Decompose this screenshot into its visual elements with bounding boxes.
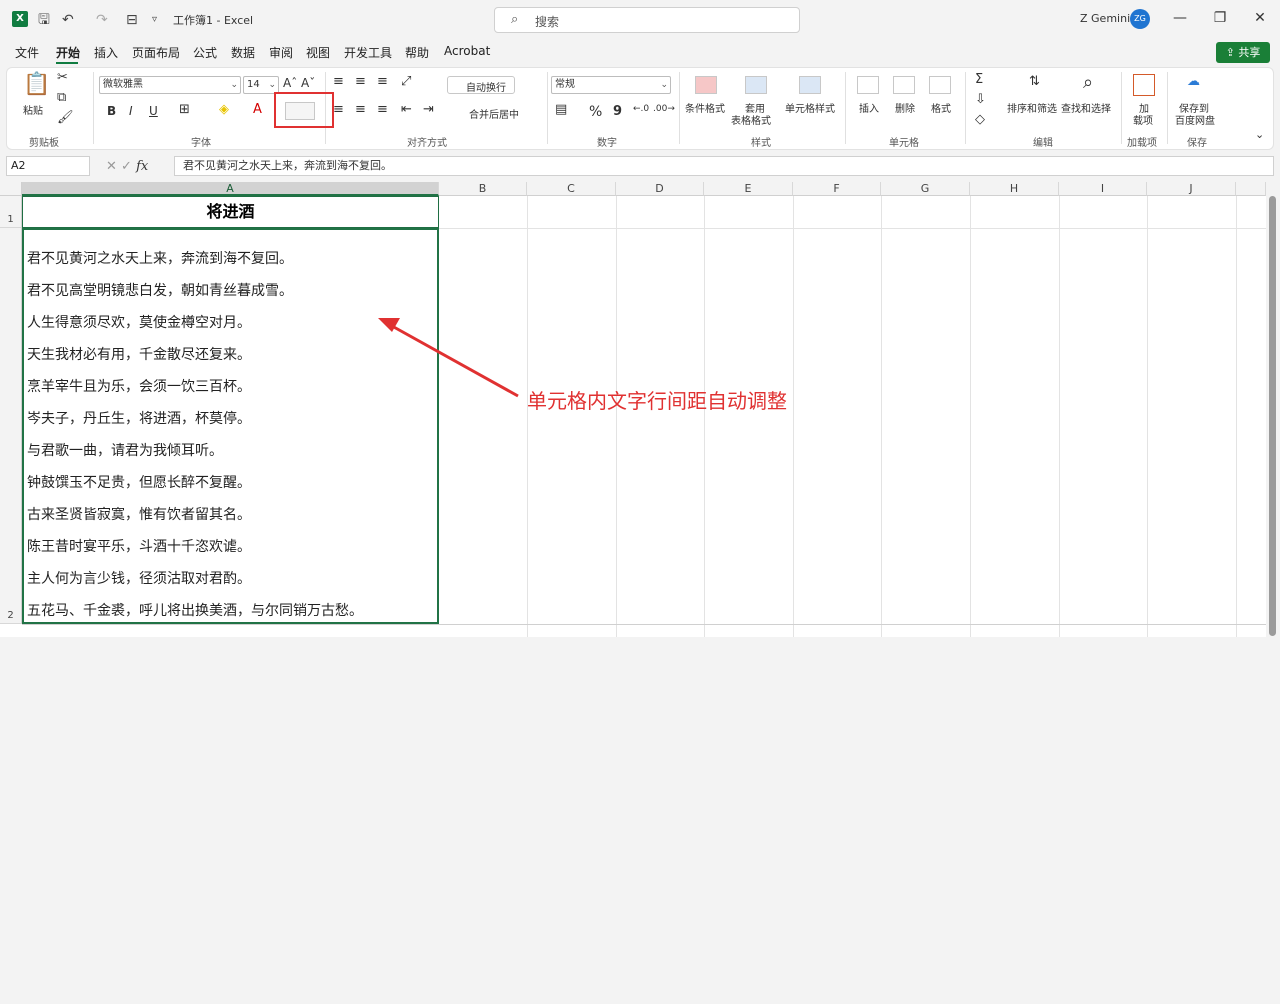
annotation-label: 单元格内文字行间距自动调整 [527, 389, 787, 413]
arrow-line [391, 324, 519, 398]
annotation-arrow [378, 318, 519, 398]
